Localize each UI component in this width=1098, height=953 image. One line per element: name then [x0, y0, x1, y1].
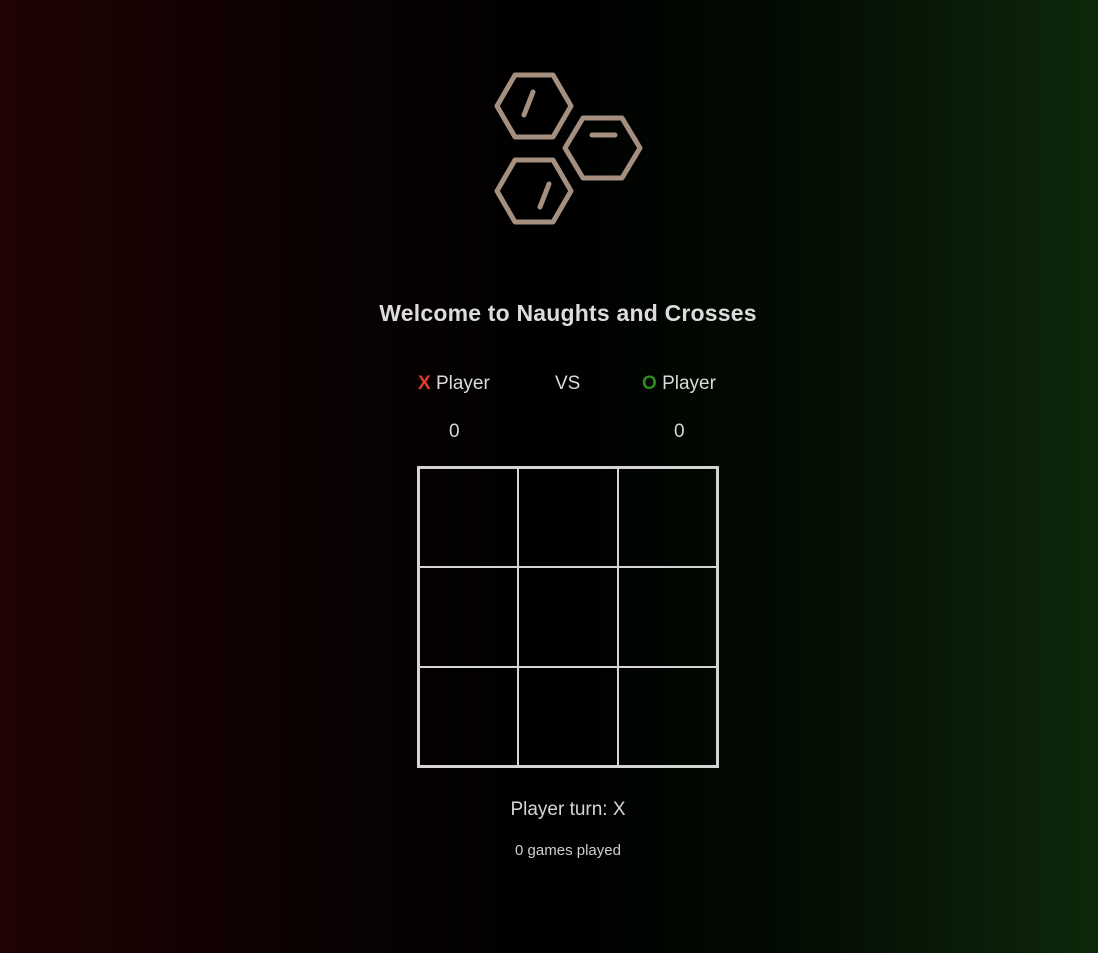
x-mark-icon: X	[418, 373, 431, 394]
player-o-label: O Player	[642, 373, 716, 395]
hexagon-bottom	[494, 157, 574, 225]
board-cell-7[interactable]	[419, 666, 519, 766]
board-cell-9[interactable]	[617, 666, 717, 766]
player-turn-status: Player turn: X	[510, 799, 626, 820]
board-cell-5[interactable]	[518, 567, 618, 667]
board-cell-3[interactable]	[617, 468, 717, 568]
o-mark-icon: O	[642, 373, 657, 394]
game-board	[417, 466, 719, 768]
hexagon-logo-icon	[494, 72, 643, 225]
page-title: Welcome to Naughts and Crosses	[379, 300, 757, 326]
player-x-score: 0	[449, 421, 460, 442]
board-cell-4[interactable]	[419, 567, 519, 667]
player-o-score: 0	[674, 421, 685, 442]
hexagon-top	[494, 72, 574, 140]
player-x-name: Player	[435, 373, 490, 394]
player-o-name: Player	[662, 373, 716, 394]
board-cell-6[interactable]	[617, 567, 717, 667]
board-cell-1[interactable]	[419, 468, 519, 568]
player-x-label: X Player	[418, 373, 490, 395]
versus-label: VS	[555, 373, 581, 394]
board-cell-2[interactable]	[518, 468, 618, 568]
hexagon-right	[562, 115, 643, 181]
games-played-count: 0 games played	[515, 842, 621, 859]
board-cell-8[interactable]	[518, 666, 618, 766]
